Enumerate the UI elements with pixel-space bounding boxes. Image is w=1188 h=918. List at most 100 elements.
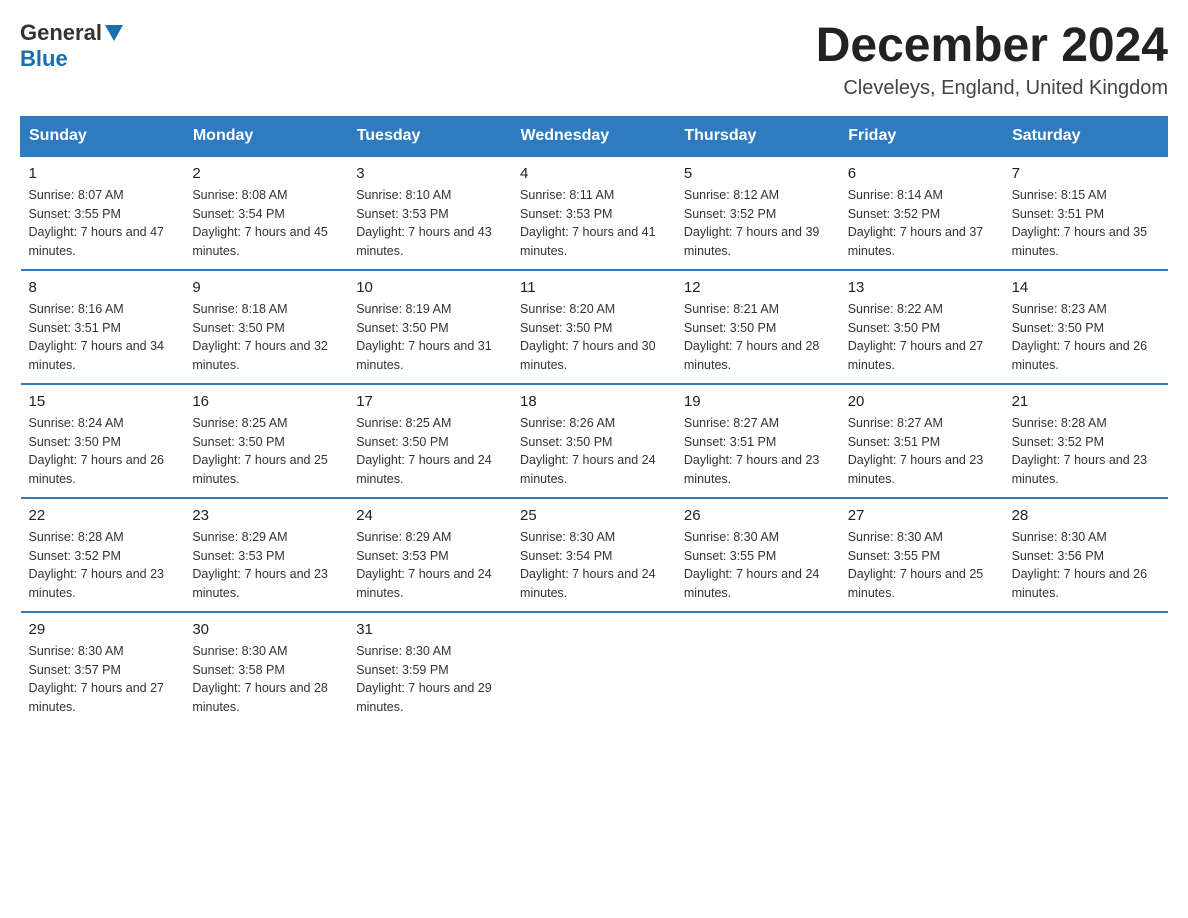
day-number: 16 [192, 393, 340, 410]
header-day-thursday: Thursday [676, 116, 840, 156]
day-number: 5 [684, 165, 832, 182]
day-cell: 18 Sunrise: 8:26 AMSunset: 3:50 PMDayligh… [512, 384, 676, 498]
day-cell: 27 Sunrise: 8:30 AMSunset: 3:55 PMDayligh… [840, 498, 1004, 612]
day-cell: 25Sunrise: 8:30 AMSunset: 3:54 PMDayligh… [512, 498, 676, 612]
day-info: Sunrise: 8:12 AMSunset: 3:52 PMDaylight:… [684, 186, 832, 261]
week-row-3: 15 Sunrise: 8:24 AMSunset: 3:50 PMDayligh… [21, 384, 1168, 498]
day-cell: 10Sunrise: 8:19 AMSunset: 3:50 PMDayligh… [348, 270, 512, 384]
day-number: 15 [29, 393, 177, 410]
day-info: Sunrise: 8:30 AMSunset: 3:57 PMDaylight:… [29, 642, 177, 717]
day-number: 23 [192, 507, 340, 524]
day-info: Sunrise: 8:29 AMSunset: 3:53 PMDaylight:… [356, 528, 504, 603]
day-number: 26 [684, 507, 832, 524]
week-row-2: 8 Sunrise: 8:16 AMSunset: 3:51 PMDaylight… [21, 270, 1168, 384]
day-cell: 23 Sunrise: 8:29 AMSunset: 3:53 PMDayligh… [184, 498, 348, 612]
day-number: 12 [684, 279, 832, 296]
logo-blue-text: Blue [20, 46, 68, 71]
day-number: 2 [192, 165, 340, 182]
day-info: Sunrise: 8:20 AMSunset: 3:50 PMDaylight:… [520, 300, 668, 375]
day-info: Sunrise: 8:25 AMSunset: 3:50 PMDaylight:… [356, 414, 504, 489]
day-number: 10 [356, 279, 504, 296]
day-info: Sunrise: 8:16 AMSunset: 3:51 PMDaylight:… [29, 300, 177, 375]
page-header: General Blue December 2024 Cleveleys, En… [20, 20, 1168, 100]
header-day-saturday: Saturday [1004, 116, 1168, 156]
day-cell [512, 612, 676, 725]
day-info: Sunrise: 8:30 AMSunset: 3:54 PMDaylight:… [520, 528, 668, 603]
day-cell: 13 Sunrise: 8:22 AMSunset: 3:50 PMDayligh… [840, 270, 1004, 384]
day-number: 9 [192, 279, 340, 296]
day-cell: 26Sunrise: 8:30 AMSunset: 3:55 PMDayligh… [676, 498, 840, 612]
day-info: Sunrise: 8:24 AMSunset: 3:50 PMDaylight:… [29, 414, 177, 489]
day-number: 17 [356, 393, 504, 410]
day-info: Sunrise: 8:30 AMSunset: 3:59 PMDaylight:… [356, 642, 504, 717]
day-number: 28 [1012, 507, 1160, 524]
day-number: 19 [684, 393, 832, 410]
logo: General Blue [20, 20, 123, 72]
day-cell: 9 Sunrise: 8:18 AMSunset: 3:50 PMDaylight… [184, 270, 348, 384]
day-number: 22 [29, 507, 177, 524]
title-section: December 2024 Cleveleys, England, United… [816, 20, 1168, 100]
day-cell: 2 Sunrise: 8:08 AMSunset: 3:54 PMDaylight… [184, 156, 348, 270]
calendar-header: SundayMondayTuesdayWednesdayThursdayFrid… [21, 116, 1168, 156]
day-cell: 19 Sunrise: 8:27 AMSunset: 3:51 PMDayligh… [676, 384, 840, 498]
day-info: Sunrise: 8:27 AMSunset: 3:51 PMDaylight:… [684, 414, 832, 489]
day-info: Sunrise: 8:22 AMSunset: 3:50 PMDaylight:… [848, 300, 996, 375]
day-info: Sunrise: 8:15 AMSunset: 3:51 PMDaylight:… [1012, 186, 1160, 261]
logo-general-text: General [20, 20, 102, 46]
day-info: Sunrise: 8:28 AMSunset: 3:52 PMDaylight:… [29, 528, 177, 603]
day-cell: 16Sunrise: 8:25 AMSunset: 3:50 PMDayligh… [184, 384, 348, 498]
day-cell: 4Sunrise: 8:11 AMSunset: 3:53 PMDaylight… [512, 156, 676, 270]
day-cell: 21Sunrise: 8:28 AMSunset: 3:52 PMDayligh… [1004, 384, 1168, 498]
day-info: Sunrise: 8:10 AMSunset: 3:53 PMDaylight:… [356, 186, 504, 261]
day-number: 14 [1012, 279, 1160, 296]
day-info: Sunrise: 8:18 AMSunset: 3:50 PMDaylight:… [192, 300, 340, 375]
day-number: 18 [520, 393, 668, 410]
day-info: Sunrise: 8:08 AMSunset: 3:54 PMDaylight:… [192, 186, 340, 261]
day-info: Sunrise: 8:27 AMSunset: 3:51 PMDaylight:… [848, 414, 996, 489]
day-number: 7 [1012, 165, 1160, 182]
day-cell [840, 612, 1004, 725]
header-day-friday: Friday [840, 116, 1004, 156]
day-info: Sunrise: 8:30 AMSunset: 3:58 PMDaylight:… [192, 642, 340, 717]
header-row: SundayMondayTuesdayWednesdayThursdayFrid… [21, 116, 1168, 156]
day-info: Sunrise: 8:14 AMSunset: 3:52 PMDaylight:… [848, 186, 996, 261]
day-cell: 12 Sunrise: 8:21 AMSunset: 3:50 PMDayligh… [676, 270, 840, 384]
day-cell: 1Sunrise: 8:07 AMSunset: 3:55 PMDaylight… [21, 156, 185, 270]
logo-triangle-icon [105, 25, 123, 41]
day-info: Sunrise: 8:30 AMSunset: 3:55 PMDaylight:… [848, 528, 996, 603]
day-info: Sunrise: 8:21 AMSunset: 3:50 PMDaylight:… [684, 300, 832, 375]
day-number: 4 [520, 165, 668, 182]
day-cell: 31 Sunrise: 8:30 AMSunset: 3:59 PMDayligh… [348, 612, 512, 725]
day-number: 30 [192, 621, 340, 638]
day-cell: 3 Sunrise: 8:10 AMSunset: 3:53 PMDaylight… [348, 156, 512, 270]
day-info: Sunrise: 8:23 AMSunset: 3:50 PMDaylight:… [1012, 300, 1160, 375]
month-title: December 2024 [816, 20, 1168, 73]
day-number: 31 [356, 621, 504, 638]
day-cell: 24Sunrise: 8:29 AMSunset: 3:53 PMDayligh… [348, 498, 512, 612]
day-number: 6 [848, 165, 996, 182]
day-info: Sunrise: 8:29 AMSunset: 3:53 PMDaylight:… [192, 528, 340, 603]
day-number: 20 [848, 393, 996, 410]
day-cell [1004, 612, 1168, 725]
day-number: 8 [29, 279, 177, 296]
day-number: 27 [848, 507, 996, 524]
day-info: Sunrise: 8:28 AMSunset: 3:52 PMDaylight:… [1012, 414, 1160, 489]
location-subtitle: Cleveleys, England, United Kingdom [816, 77, 1168, 100]
day-cell: 6 Sunrise: 8:14 AMSunset: 3:52 PMDaylight… [840, 156, 1004, 270]
day-info: Sunrise: 8:26 AMSunset: 3:50 PMDaylight:… [520, 414, 668, 489]
day-cell: 29Sunrise: 8:30 AMSunset: 3:57 PMDayligh… [21, 612, 185, 725]
header-day-wednesday: Wednesday [512, 116, 676, 156]
calendar-table: SundayMondayTuesdayWednesdayThursdayFrid… [20, 116, 1168, 725]
day-cell: 30 Sunrise: 8:30 AMSunset: 3:58 PMDayligh… [184, 612, 348, 725]
day-number: 11 [520, 279, 668, 296]
calendar-body: 1Sunrise: 8:07 AMSunset: 3:55 PMDaylight… [21, 156, 1168, 725]
day-cell: 15 Sunrise: 8:24 AMSunset: 3:50 PMDayligh… [21, 384, 185, 498]
header-day-monday: Monday [184, 116, 348, 156]
week-row-1: 1Sunrise: 8:07 AMSunset: 3:55 PMDaylight… [21, 156, 1168, 270]
day-number: 1 [29, 165, 177, 182]
day-number: 3 [356, 165, 504, 182]
header-day-sunday: Sunday [21, 116, 185, 156]
day-number: 13 [848, 279, 996, 296]
day-cell: 11 Sunrise: 8:20 AMSunset: 3:50 PMDayligh… [512, 270, 676, 384]
week-row-5: 29Sunrise: 8:30 AMSunset: 3:57 PMDayligh… [21, 612, 1168, 725]
